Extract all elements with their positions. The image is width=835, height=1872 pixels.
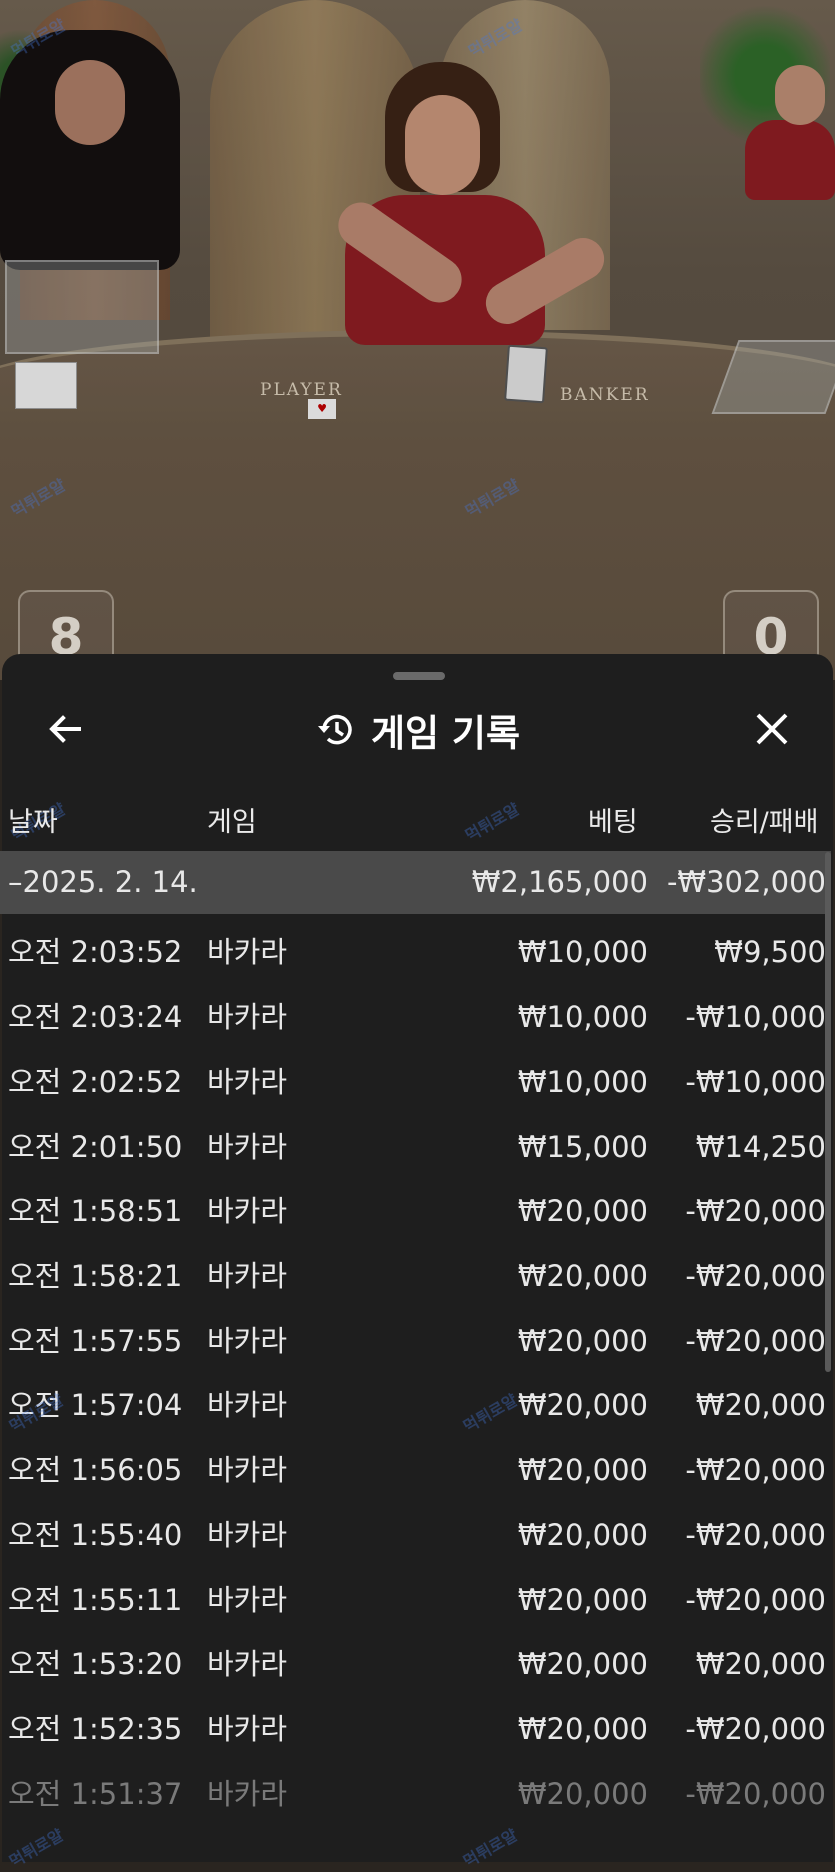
row-result: ₩14,250 — [695, 1130, 826, 1164]
row-result: -₩10,000 — [685, 1065, 826, 1099]
table-row[interactable]: 오전 2:02:52 바카라 ₩10,000 -₩10,000 — [0, 1051, 831, 1113]
row-bet: ₩10,000 — [517, 935, 648, 969]
drag-handle[interactable] — [393, 672, 445, 680]
summary-bet: ₩2,165,000 — [471, 865, 648, 899]
row-game: 바카라 — [207, 1388, 288, 1422]
date-summary-row[interactable]: –2025. 2. 14. ₩2,165,000 -₩302,000 — [0, 851, 831, 914]
row-result: -₩20,000 — [685, 1259, 826, 1293]
scrollbar[interactable] — [825, 852, 831, 1372]
row-bet: ₩20,000 — [517, 1712, 648, 1746]
row-time: 오전 1:55:40 — [8, 1518, 183, 1552]
row-bet: ₩20,000 — [517, 1647, 648, 1681]
row-game: 바카라 — [207, 1777, 288, 1811]
table-row[interactable]: 오전 1:58:21 바카라 ₩20,000 -₩20,000 — [0, 1245, 831, 1307]
row-game: 바카라 — [207, 1000, 288, 1034]
scrollbar-thumb[interactable] — [825, 852, 831, 1372]
table-row[interactable]: 오전 1:55:40 바카라 ₩20,000 -₩20,000 — [0, 1504, 831, 1566]
row-bet: ₩20,000 — [517, 1324, 648, 1358]
row-time: 오전 1:56:05 — [8, 1453, 183, 1487]
row-time: 오전 1:51:37 — [8, 1777, 183, 1811]
row-result: -₩10,000 — [685, 1000, 826, 1034]
table-row[interactable]: 오전 1:51:37 바카라 ₩20,000 -₩20,000 — [0, 1763, 831, 1825]
row-game: 바카라 — [207, 1259, 288, 1293]
row-time: 오전 1:52:35 — [8, 1712, 183, 1746]
row-result: -₩20,000 — [685, 1324, 826, 1358]
row-bet: ₩20,000 — [517, 1583, 648, 1617]
row-bet: ₩20,000 — [517, 1194, 648, 1228]
row-time: 오전 2:01:50 — [8, 1130, 183, 1164]
table-row[interactable]: 오전 1:53:20 바카라 ₩20,000 ₩20,000 — [0, 1633, 831, 1695]
row-time: 오전 1:53:20 — [8, 1647, 183, 1681]
watermark: 먹튀로얄 — [461, 799, 523, 846]
column-header-result: 승리/패배 — [710, 807, 819, 838]
table-row[interactable]: 오전 1:58:51 바카라 ₩20,000 -₩20,000 — [0, 1180, 831, 1242]
row-game: 바카라 — [207, 1712, 288, 1746]
sheet-header: 게임 기록 — [2, 702, 833, 758]
row-result: -₩20,000 — [685, 1453, 826, 1487]
row-result: -₩20,000 — [685, 1777, 826, 1811]
summary-date: –2025. 2. 14. — [8, 865, 198, 899]
table-row[interactable]: 오전 1:52:35 바카라 ₩20,000 -₩20,000 — [0, 1698, 831, 1760]
row-game: 바카라 — [207, 1324, 288, 1358]
row-time: 오전 1:58:21 — [8, 1259, 183, 1293]
row-time: 오전 1:55:11 — [8, 1583, 183, 1617]
table-row[interactable]: 오전 1:55:11 바카라 ₩20,000 -₩20,000 — [0, 1569, 831, 1631]
row-result: -₩20,000 — [685, 1583, 826, 1617]
row-result: -₩20,000 — [685, 1518, 826, 1552]
row-game: 바카라 — [207, 1194, 288, 1228]
table-row[interactable]: 오전 1:57:55 바카라 ₩20,000 -₩20,000 — [0, 1310, 831, 1372]
row-time: 오전 2:02:52 — [8, 1065, 183, 1099]
row-result: -₩20,000 — [685, 1712, 826, 1746]
page-title: 게임 기록 — [370, 712, 521, 755]
table-row[interactable]: 오전 1:56:05 바카라 ₩20,000 -₩20,000 — [0, 1439, 831, 1501]
row-result: -₩20,000 — [685, 1194, 826, 1228]
summary-result: -₩302,000 — [666, 865, 826, 899]
table-row[interactable]: 오전 2:03:24 바카라 ₩10,000 -₩10,000 — [0, 986, 831, 1048]
row-result: ₩9,500 — [714, 935, 826, 969]
row-bet: ₩20,000 — [517, 1518, 648, 1552]
row-time: 오전 2:03:24 — [8, 1000, 183, 1034]
row-bet: ₩20,000 — [517, 1388, 648, 1422]
row-bet: ₩20,000 — [517, 1259, 648, 1293]
video-overlay — [0, 0, 835, 680]
row-result: ₩20,000 — [695, 1647, 826, 1681]
table-row[interactable]: 오전 1:57:04 바카라 ₩20,000 ₩20,000 — [0, 1374, 831, 1436]
row-time: 오전 1:57:55 — [8, 1324, 183, 1358]
close-button[interactable] — [747, 704, 797, 754]
row-game: 바카라 — [207, 935, 288, 969]
row-game: 바카라 — [207, 1453, 288, 1487]
row-result: ₩20,000 — [695, 1388, 826, 1422]
column-header-game: 게임 — [207, 807, 257, 838]
row-bet: ₩20,000 — [517, 1777, 648, 1811]
column-header-bet: 베팅 — [588, 807, 638, 838]
history-icon — [317, 714, 352, 745]
table-row[interactable]: 오전 2:03:52 바카라 ₩10,000 ₩9,500 — [0, 921, 831, 983]
table-row[interactable]: 오전 2:01:50 바카라 ₩15,000 ₩14,250 — [0, 1116, 831, 1178]
row-bet: ₩20,000 — [517, 1453, 648, 1487]
row-time: 오전 2:03:52 — [8, 935, 183, 969]
row-bet: ₩10,000 — [517, 1065, 648, 1099]
row-bet: ₩10,000 — [517, 1000, 648, 1034]
row-game: 바카라 — [207, 1065, 288, 1099]
live-video-feed: PLAYER BANKER ♥ 8 0 먹튀로얄 먹튀로얄 먹튀로얄 먹튀로얄 — [0, 0, 835, 680]
close-icon — [756, 713, 788, 745]
row-game: 바카라 — [207, 1130, 288, 1164]
row-game: 바카라 — [207, 1518, 288, 1552]
row-game: 바카라 — [207, 1583, 288, 1617]
column-header-date: 날짜 — [8, 807, 58, 838]
row-time: 오전 1:58:51 — [8, 1194, 183, 1228]
row-game: 바카라 — [207, 1647, 288, 1681]
row-bet: ₩15,000 — [517, 1130, 648, 1164]
